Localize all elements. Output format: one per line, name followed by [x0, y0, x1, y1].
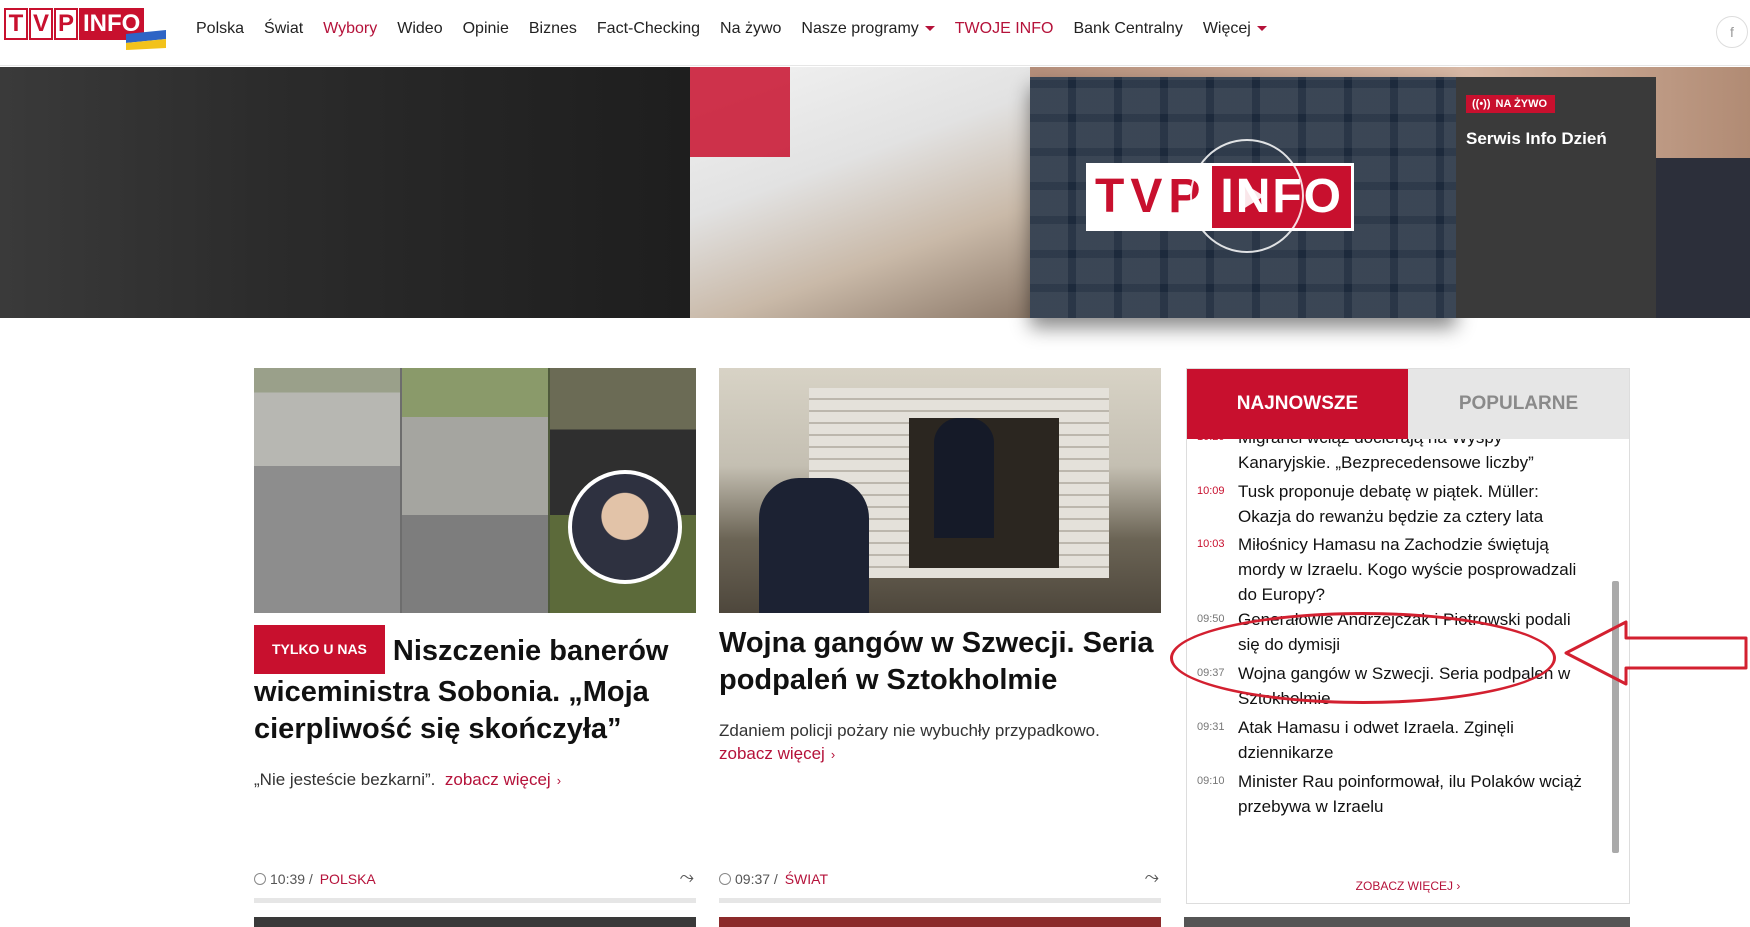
- site-header: T V P INFO Polska Świat Wybory Wideo Opinie B…: [0, 0, 1750, 66]
- tvp-info-logo[interactable]: T V P INFO: [4, 8, 166, 50]
- nav-item-na-żywo[interactable]: Na żywo: [710, 20, 791, 38]
- nav-item-label[interactable]: Bank Centralny: [1073, 20, 1182, 37]
- hero-image-left: [0, 67, 690, 318]
- live-title[interactable]: Serwis Info Dzień: [1466, 129, 1607, 149]
- list-item-time: 10:20: [1197, 439, 1238, 475]
- see-more-link[interactable]: zobacz więcej ›: [719, 744, 835, 763]
- nav-item-więcej[interactable]: Więcej: [1193, 20, 1277, 38]
- nav-item-label[interactable]: TWOJE INFO: [955, 20, 1054, 37]
- logo-letter-t: T: [4, 8, 28, 40]
- caret-down-icon: [1256, 26, 1267, 32]
- share-icon[interactable]: ⤳: [680, 867, 694, 888]
- list-item-time: 10:09: [1197, 485, 1225, 497]
- list-item[interactable]: 10:20Migranci wciąż docierają na Wyspy K…: [1197, 439, 1595, 475]
- nav-item-wideo[interactable]: Wideo: [387, 20, 452, 38]
- article-meta: 10:39 / POLSKA ⤳: [254, 867, 696, 887]
- list-item-time: 10:03: [1197, 538, 1225, 550]
- ukraine-flag-icon: [126, 30, 166, 50]
- chevron-right-icon: ›: [1456, 879, 1461, 893]
- card-divider: [254, 898, 696, 903]
- article-title[interactable]: Wojna gangów w Szwecji. Seria podpaleń w…: [719, 625, 1161, 699]
- nav-item-wybory[interactable]: Wybory: [313, 20, 387, 38]
- broadcast-icon: ((•)): [1472, 98, 1491, 110]
- highlight-ellipse: [1170, 612, 1556, 704]
- nav-item-label[interactable]: Opinie: [463, 20, 509, 37]
- clock-icon: [719, 873, 731, 885]
- article-time: 09:37: [735, 871, 771, 887]
- article-image[interactable]: [254, 368, 696, 613]
- article-image[interactable]: [719, 368, 1161, 613]
- play-icon: [1240, 181, 1264, 211]
- article-card[interactable]: TYLKO U NAS Niszczenie banerów wiceminist…: [254, 368, 696, 903]
- share-icon[interactable]: ⤳: [1145, 867, 1159, 888]
- caret-down-icon: [924, 26, 935, 32]
- logo-letter-v: V: [29, 8, 53, 40]
- see-more-link[interactable]: zobacz więcej ›: [445, 770, 561, 789]
- article-lead: „Nie jesteście bezkarni”. zobacz więcej ›: [254, 768, 696, 792]
- logo-tvp: T V P: [4, 8, 79, 40]
- exclusive-badge: TYLKO U NAS: [254, 625, 385, 674]
- tab-najnowsze[interactable]: NAJNOWSZE: [1187, 369, 1408, 439]
- main-nav: Polska Świat Wybory Wideo Opinie Biznes Fact-C…: [186, 20, 1277, 38]
- article-title[interactable]: TYLKO U NAS Niszczenie banerów wiceminist…: [254, 625, 696, 748]
- nav-item-label[interactable]: Fact-Checking: [597, 20, 700, 37]
- tab-popularne[interactable]: POPULARNE: [1408, 369, 1629, 439]
- list-item-title[interactable]: Migranci wciąż docierają na Wyspy Kanary…: [1238, 439, 1595, 475]
- see-more-label[interactable]: zobacz więcej: [445, 770, 551, 789]
- article-lead: Zdaniem policji pożary nie wybuchły przy…: [719, 719, 1161, 766]
- sidebar-tabs: NAJNOWSZE POPULARNE: [1187, 369, 1629, 439]
- nav-item-bank-centralny[interactable]: Bank Centralny: [1063, 20, 1192, 38]
- list-item-title[interactable]: Miłośnicy Hamasu na Zachodzie świętują m…: [1238, 532, 1595, 607]
- live-badge-label: NA ŻYWO: [1495, 98, 1548, 110]
- nav-item-fact-checking[interactable]: Fact-Checking: [587, 20, 710, 38]
- chevron-right-icon: ›: [830, 747, 836, 762]
- nav-item-biznes[interactable]: Biznes: [519, 20, 587, 38]
- next-row-preview: [254, 917, 1630, 927]
- portrait-image: [568, 470, 682, 584]
- nav-item-opinie[interactable]: Opinie: [453, 20, 519, 38]
- nav-item-label[interactable]: Na żywo: [720, 20, 781, 37]
- nav-item-nasze-programy[interactable]: Nasze programy: [791, 20, 944, 38]
- article-category[interactable]: ŚWIAT: [785, 871, 828, 887]
- list-item-time: 09:31: [1197, 721, 1225, 733]
- list-item[interactable]: 09:10 Minister Rau poinformował, ilu Pola…: [1197, 769, 1595, 819]
- live-panel[interactable]: ((•)) NA ŻYWO Serwis Info Dzień: [1456, 77, 1656, 318]
- list-item[interactable]: 10:03 Miłośnicy Hamasu na Zachodzie święt…: [1197, 532, 1595, 607]
- nav-item-twoje-info[interactable]: TWOJE INFO: [945, 20, 1064, 38]
- list-item[interactable]: 09:31 Atak Hamasu i odwet Izraela. Zginęl…: [1197, 715, 1595, 765]
- annotation-arrow-icon: [1564, 620, 1748, 686]
- article-meta: 09:37 / ŚWIAT ⤳: [719, 867, 1161, 887]
- article-lead-text: „Nie jesteście bezkarni”.: [254, 770, 436, 789]
- list-item-title[interactable]: Minister Rau poinformował, ilu Polaków w…: [1238, 769, 1595, 819]
- facebook-icon[interactable]: f: [1716, 16, 1748, 48]
- nav-item-świat[interactable]: Świat: [254, 20, 313, 38]
- nav-item-label[interactable]: Wybory: [323, 20, 377, 37]
- chevron-right-icon: ›: [556, 773, 562, 788]
- see-more-latest-label[interactable]: ZOBACZ WIĘCEJ: [1356, 879, 1453, 893]
- card-divider: [719, 898, 1161, 903]
- nav-item-polska[interactable]: Polska: [186, 20, 254, 38]
- nav-item-label[interactable]: Świat: [264, 20, 303, 37]
- nav-item-label[interactable]: Nasze programy: [801, 20, 918, 37]
- logo-letter-p: P: [54, 8, 78, 40]
- nav-item-label[interactable]: Więcej: [1203, 20, 1251, 37]
- nav-item-label[interactable]: Biznes: [529, 20, 577, 37]
- nav-item-label[interactable]: Wideo: [397, 20, 442, 37]
- article-time: 10:39: [270, 871, 306, 887]
- nav-item-label[interactable]: Polska: [196, 20, 244, 37]
- live-video-player[interactable]: TVP INFO: [1030, 77, 1456, 318]
- list-item-title[interactable]: Tusk proponuje debatę w piątek. Müller: …: [1238, 479, 1595, 529]
- live-badge: ((•)) NA ŻYWO: [1466, 95, 1556, 113]
- list-item[interactable]: 10:09 Tusk proponuje debatę w piątek. Mül…: [1197, 479, 1595, 529]
- article-category[interactable]: POLSKA: [320, 871, 376, 887]
- clock-icon: [254, 873, 266, 885]
- list-item-time: 09:10: [1197, 775, 1225, 787]
- article-lead-text: Zdaniem policji pożary nie wybuchły przy…: [719, 721, 1100, 740]
- list-item-title[interactable]: Atak Hamasu i odwet Izraela. Zginęli dzi…: [1238, 715, 1595, 765]
- hero-image-mid: [690, 67, 1030, 318]
- see-more-label[interactable]: zobacz więcej: [719, 744, 825, 763]
- article-card[interactable]: Wojna gangów w Szwecji. Seria podpaleń w…: [719, 368, 1161, 903]
- see-more-latest-link[interactable]: ZOBACZ WIĘCEJ ›: [1187, 879, 1629, 893]
